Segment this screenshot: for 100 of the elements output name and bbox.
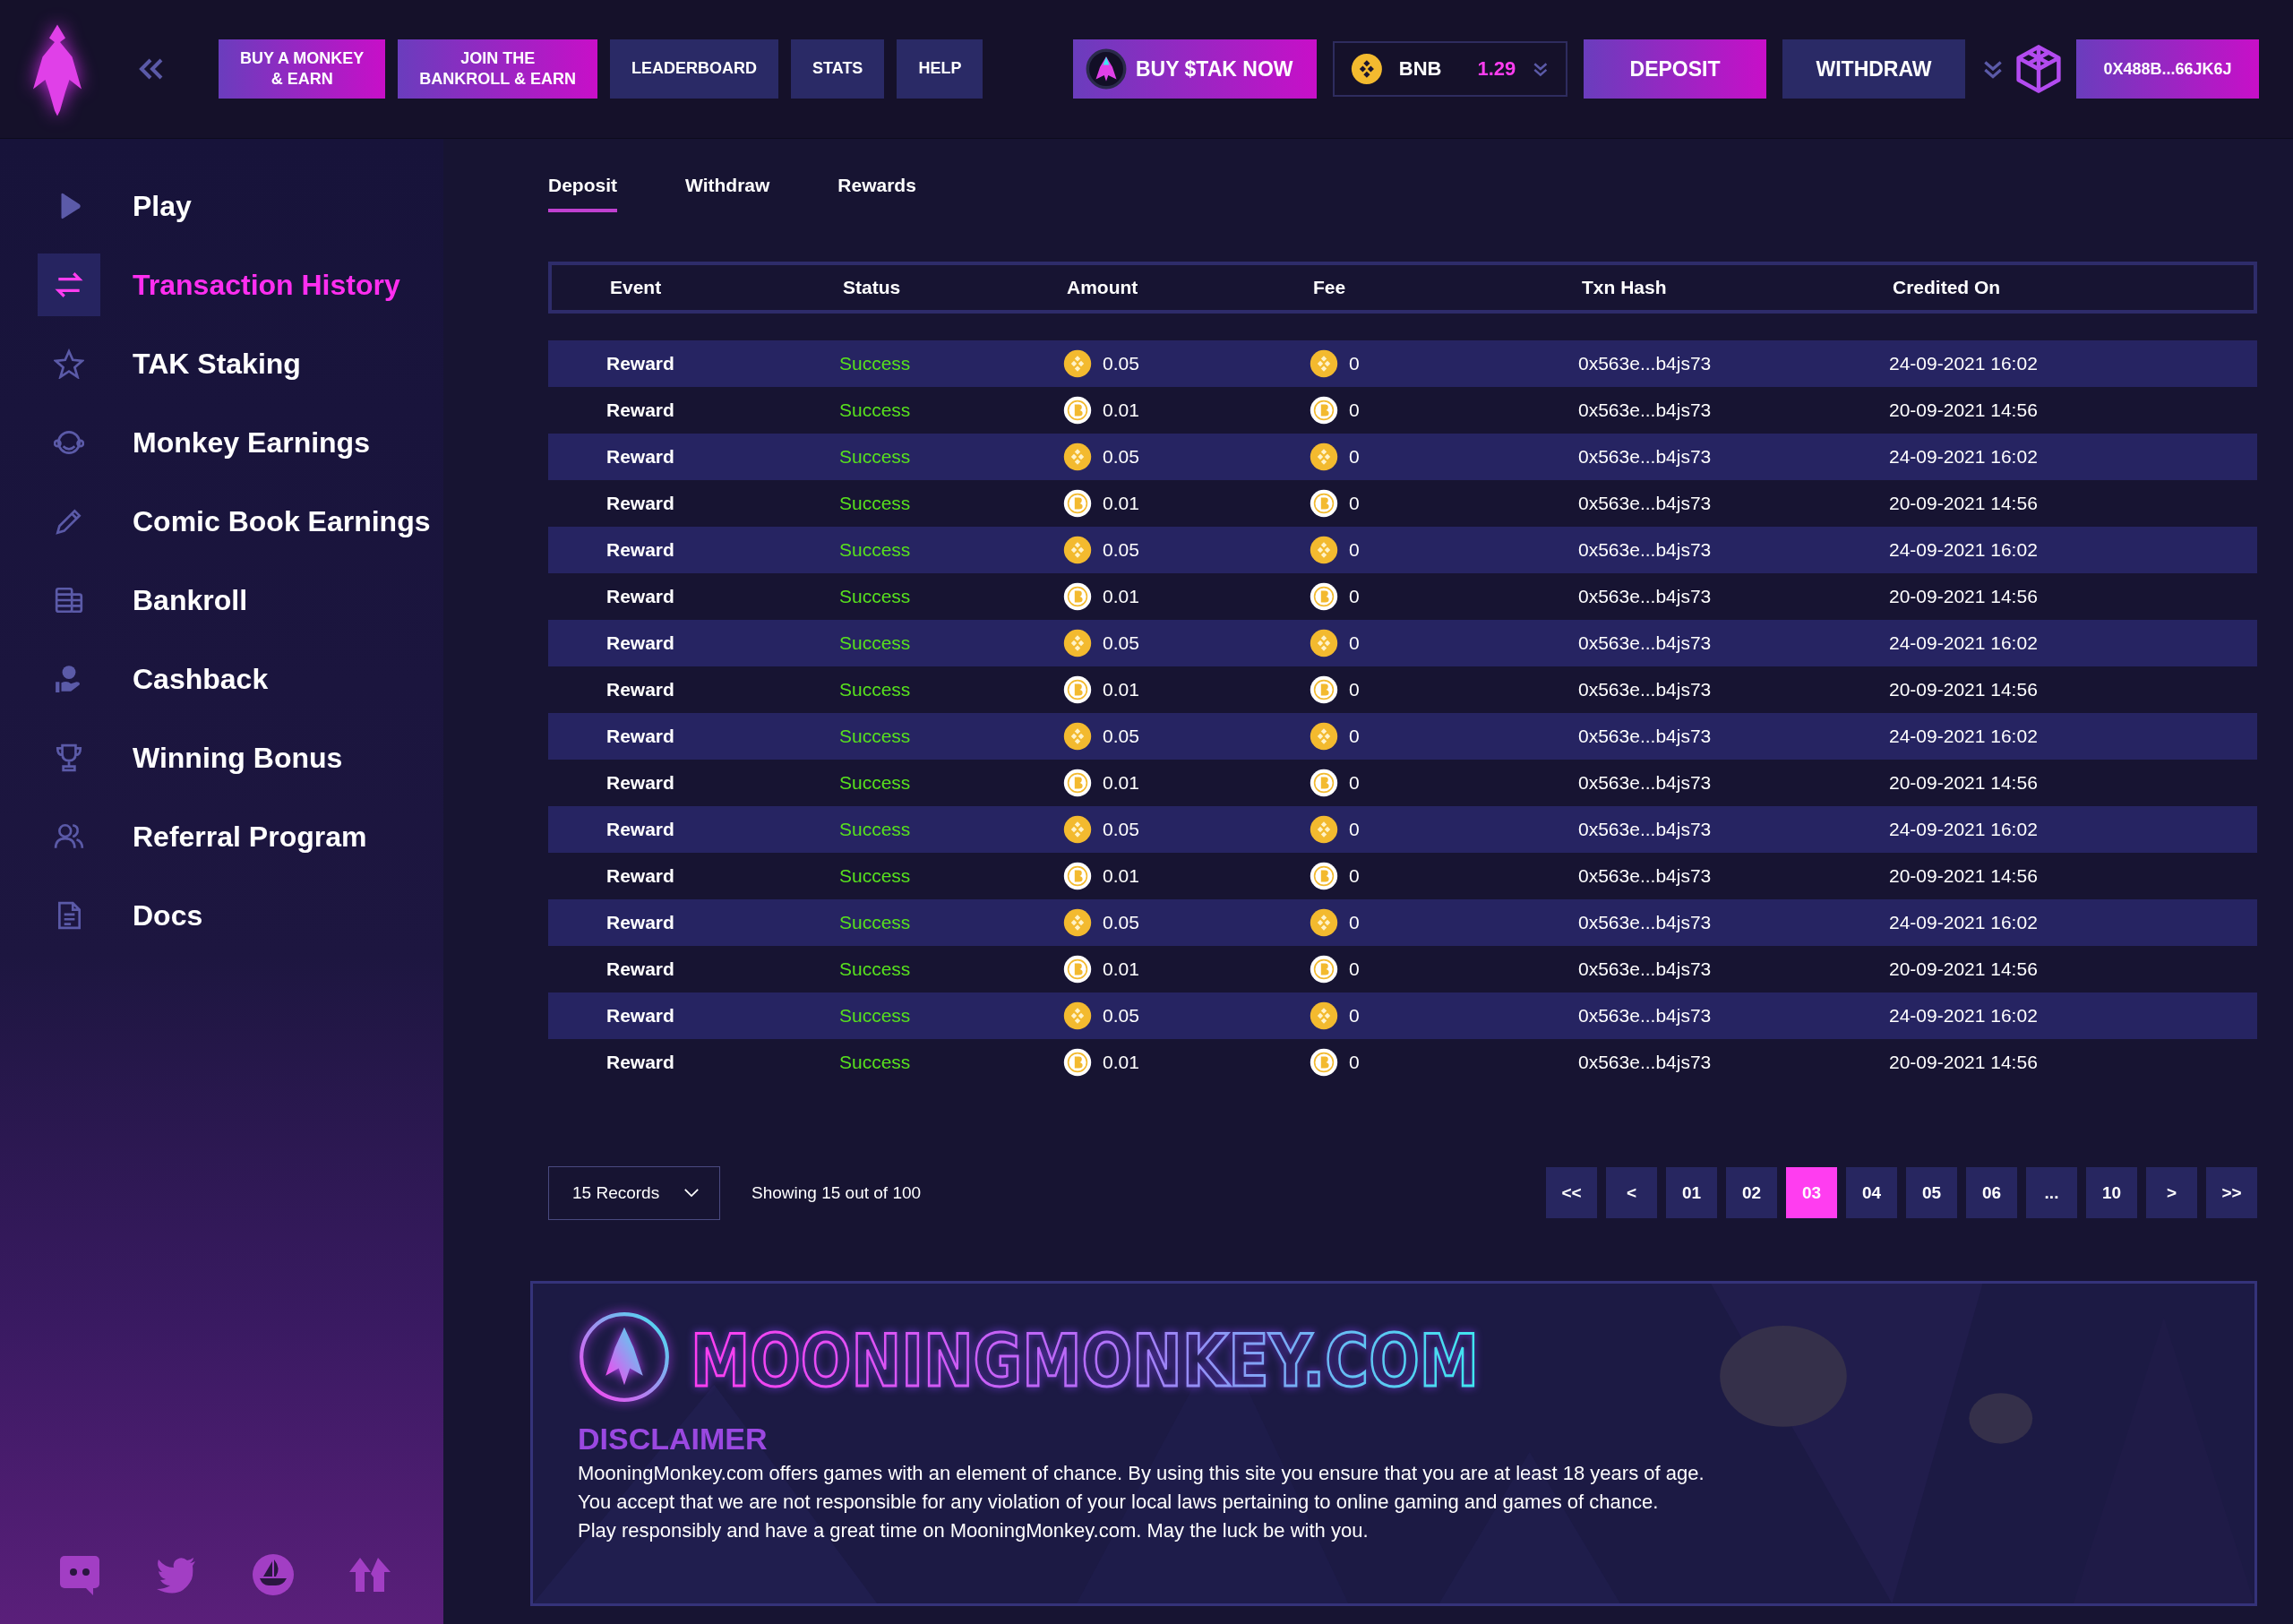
fee-cell: 0 — [1349, 352, 1360, 374]
fee-cell: 0 — [1349, 725, 1360, 747]
sidebar-item[interactable]: Referral Program — [38, 805, 443, 868]
logo-icon — [578, 1310, 671, 1404]
date-cell-text: 20-09-2021 14:56 — [1889, 585, 2039, 607]
hash-cell-text: 0x563e...b4js73 — [1578, 818, 1713, 840]
hash-cell-text: 0x563e...b4js73 — [1578, 911, 1713, 933]
sidebar-item[interactable]: Cashback — [38, 648, 443, 710]
nav-button[interactable]: LEADERBOARD — [610, 39, 779, 99]
amount-cell: 0.01 — [1103, 958, 1139, 980]
coin-icon — [1310, 1047, 1338, 1077]
page-button[interactable]: 01 — [1666, 1167, 1717, 1219]
tab[interactable]: Withdraw — [685, 175, 770, 212]
table-cell-text: Reward — [605, 492, 675, 514]
records-dropdown[interactable]: 15 Records — [548, 1165, 720, 1220]
showing-label: Showing 15 out of 100 — [751, 1182, 922, 1203]
date-cell-text: 24-09-2021 16:02 — [1889, 538, 2039, 561]
nav-button[interactable]: JOIN THE BANKROLL & EARN — [398, 39, 598, 99]
date-cell-text: 24-09-2021 16:02 — [1889, 632, 2039, 654]
status-cell-text: Success — [838, 352, 912, 374]
sidebar-item[interactable]: Monkey Earnings — [38, 411, 443, 474]
fee-cell: 0 — [1349, 538, 1360, 561]
table-cell-text: Reward — [605, 632, 675, 654]
coin-icon — [1310, 768, 1338, 797]
date-cell-text: 20-09-2021 14:56 — [1889, 864, 2039, 887]
disclaimer-text: MooningMonkey.com offers games with an element of chance. By using this site you ensure that you are at least 18 years of age. — [578, 1461, 1705, 1485]
amount-cell: 0.05 — [1103, 911, 1139, 933]
hash-cell-text: 0x563e...b4js73 — [1578, 399, 1713, 421]
fee-cell: 0 — [1349, 818, 1360, 840]
nav-button[interactable]: STATS — [791, 39, 885, 99]
sidebar-item[interactable]: Play — [38, 175, 443, 237]
withdraw-button[interactable]: WITHDRAW — [1782, 39, 1965, 99]
hash-cell-text: 0x563e...b4js73 — [1578, 725, 1713, 747]
page-button[interactable]: 02 — [1726, 1167, 1777, 1219]
nav-button[interactable]: BUY A MONKEY & EARN — [219, 39, 386, 99]
sidebar-item[interactable]: Docs — [38, 884, 443, 947]
table-cell-text: Reward — [605, 352, 675, 374]
coin-icon — [1310, 675, 1338, 704]
fee-cell: 0 — [1349, 399, 1360, 421]
table-cell-text: Reward — [605, 911, 675, 933]
table-cell-text: Reward — [605, 399, 675, 421]
disclaimer-text: Play responsibly and have a great time on MooningMonkey.com. May the luck be with you. — [578, 1518, 1369, 1542]
sidebar-item[interactable]: Bankroll — [38, 569, 443, 632]
page-button[interactable]: 10 — [2086, 1167, 2137, 1219]
coin-icon — [1310, 1001, 1338, 1030]
last-page-button[interactable]: >> — [2206, 1167, 2257, 1219]
status-cell-text: Success — [838, 958, 912, 980]
date-cell-text: 24-09-2021 16:02 — [1889, 445, 2039, 468]
sidebar-item[interactable]: TAK Staking — [38, 332, 443, 395]
tab[interactable]: Deposit — [548, 175, 617, 212]
column-header: Txn Hash — [1582, 276, 1668, 298]
amount-cell: 0.05 — [1103, 818, 1139, 840]
wallet-selector[interactable]: BNB 1.29 — [1333, 41, 1567, 97]
table-cell-text: Reward — [605, 1004, 675, 1027]
status-cell-text: Success — [838, 1051, 912, 1073]
status-cell-text: Success — [838, 725, 912, 747]
status-cell-text: Success — [838, 632, 912, 654]
amount-cell: 0.01 — [1103, 771, 1139, 794]
column-header: Amount — [1067, 276, 1139, 298]
tab[interactable]: Rewards — [837, 175, 916, 212]
boat-icon[interactable] — [251, 1552, 296, 1597]
fee-cell: 0 — [1349, 958, 1360, 980]
status-cell-text: Success — [838, 492, 912, 514]
hash-cell-text: 0x563e...b4js73 — [1578, 1051, 1713, 1073]
coin-icon — [1310, 861, 1338, 890]
coin-icon — [1310, 628, 1338, 657]
next-page-button[interactable]: > — [2146, 1167, 2197, 1219]
sidebar-item[interactable]: Comic Book Earnings — [38, 490, 443, 553]
status-cell-text: Success — [838, 399, 912, 421]
coin-icon — [1310, 581, 1338, 611]
page-button[interactable]: ... — [2026, 1167, 2077, 1219]
brand-title: MOONINGMONKEY.COM — [691, 1319, 1638, 1403]
sidebar-item[interactable]: Winning Bonus — [38, 726, 443, 789]
hash-cell-text: 0x563e...b4js73 — [1578, 445, 1713, 468]
fee-cell: 0 — [1349, 771, 1360, 794]
page-button[interactable]: 05 — [1906, 1167, 1957, 1219]
status-cell-text: Success — [838, 864, 912, 887]
prev-page-button[interactable]: < — [1606, 1167, 1657, 1219]
hash-cell-text: 0x563e...b4js73 — [1578, 585, 1713, 607]
swap-icon — [54, 270, 84, 300]
sidebar-item[interactable]: Transaction History — [38, 253, 443, 316]
address-button[interactable]: 0X488B...66JK6J — [2076, 39, 2259, 99]
hash-cell-text: 0x563e...b4js73 — [1578, 538, 1713, 561]
amount-cell: 0.05 — [1103, 538, 1139, 561]
hash-cell-text: 0x563e...b4js73 — [1578, 1004, 1713, 1027]
cube-icon[interactable] — [2014, 44, 2064, 94]
table-cell-text: Reward — [605, 958, 675, 980]
fee-cell: 0 — [1349, 492, 1360, 514]
page-button[interactable]: 04 — [1846, 1167, 1897, 1219]
nav-button[interactable]: HELP — [897, 39, 983, 99]
first-page-button[interactable]: << — [1546, 1167, 1597, 1219]
table-cell-text: Reward — [605, 585, 675, 607]
deposit-button[interactable]: DEPOSIT — [1584, 39, 1766, 99]
status-cell-text: Success — [838, 911, 912, 933]
coin-icon — [1310, 442, 1338, 471]
buy-button[interactable]: BUY $TAK NOW — [1073, 39, 1317, 99]
date-cell-text: 24-09-2021 16:02 — [1889, 911, 2039, 933]
collapse-icon[interactable] — [138, 57, 165, 81]
hash-cell-text: 0x563e...b4js73 — [1578, 771, 1713, 794]
page-button[interactable]: 06 — [1966, 1167, 2017, 1219]
